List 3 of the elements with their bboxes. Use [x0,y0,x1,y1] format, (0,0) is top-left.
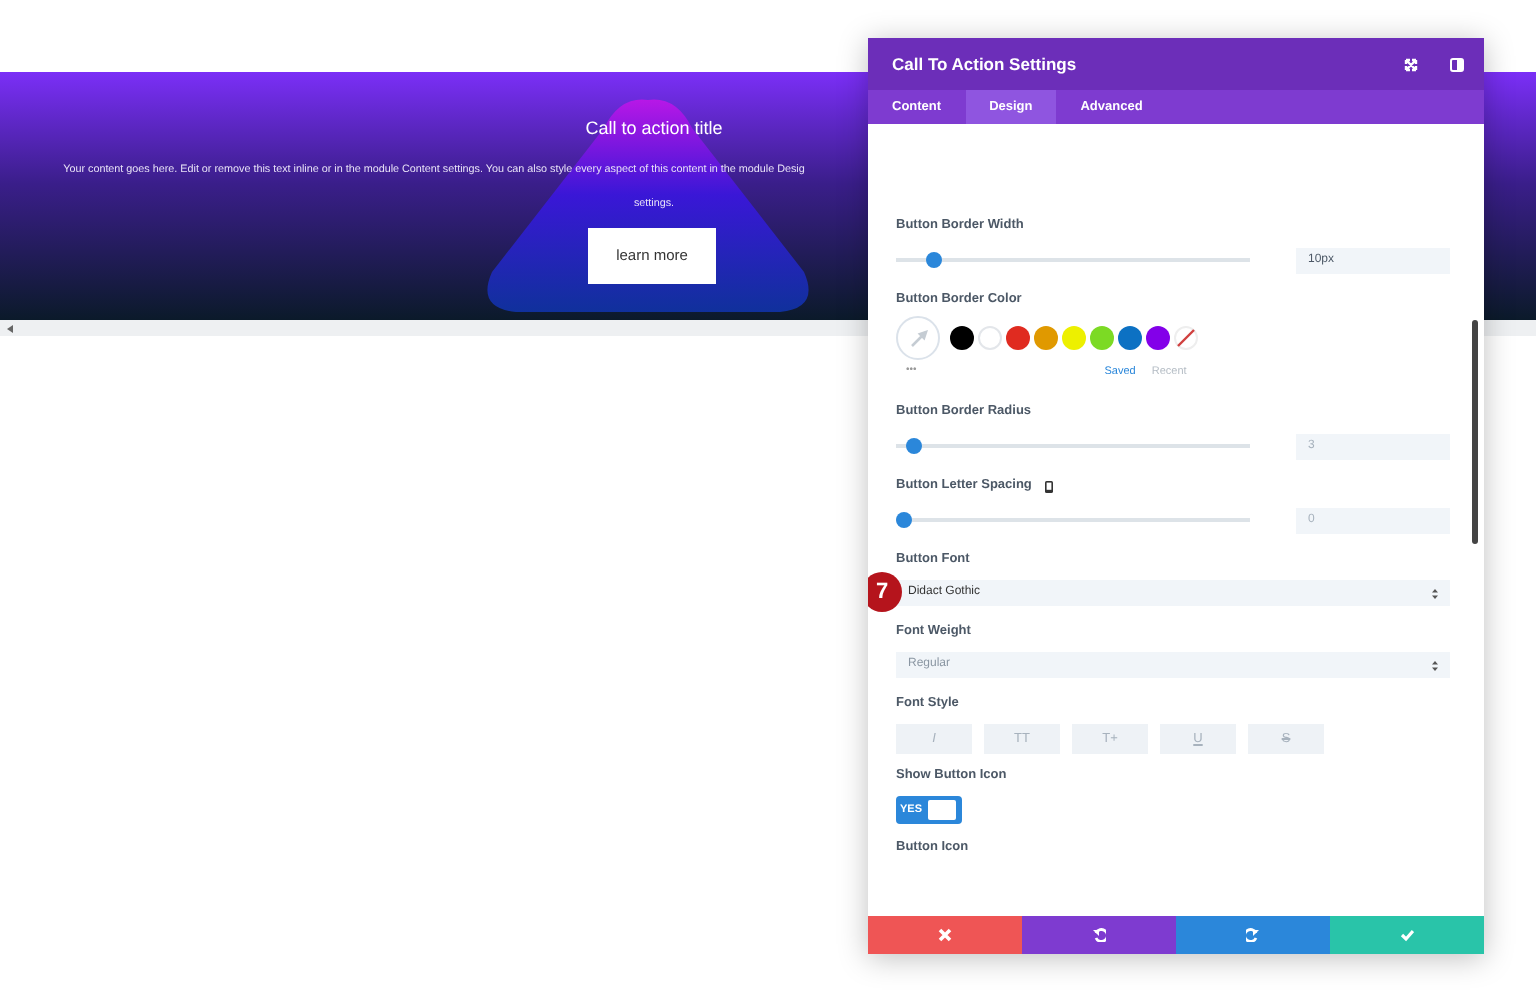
hero-title: Call to action title [585,116,723,142]
modal-title: Call To Action Settings [892,51,1077,77]
step-number-badge: 7 [868,572,902,612]
